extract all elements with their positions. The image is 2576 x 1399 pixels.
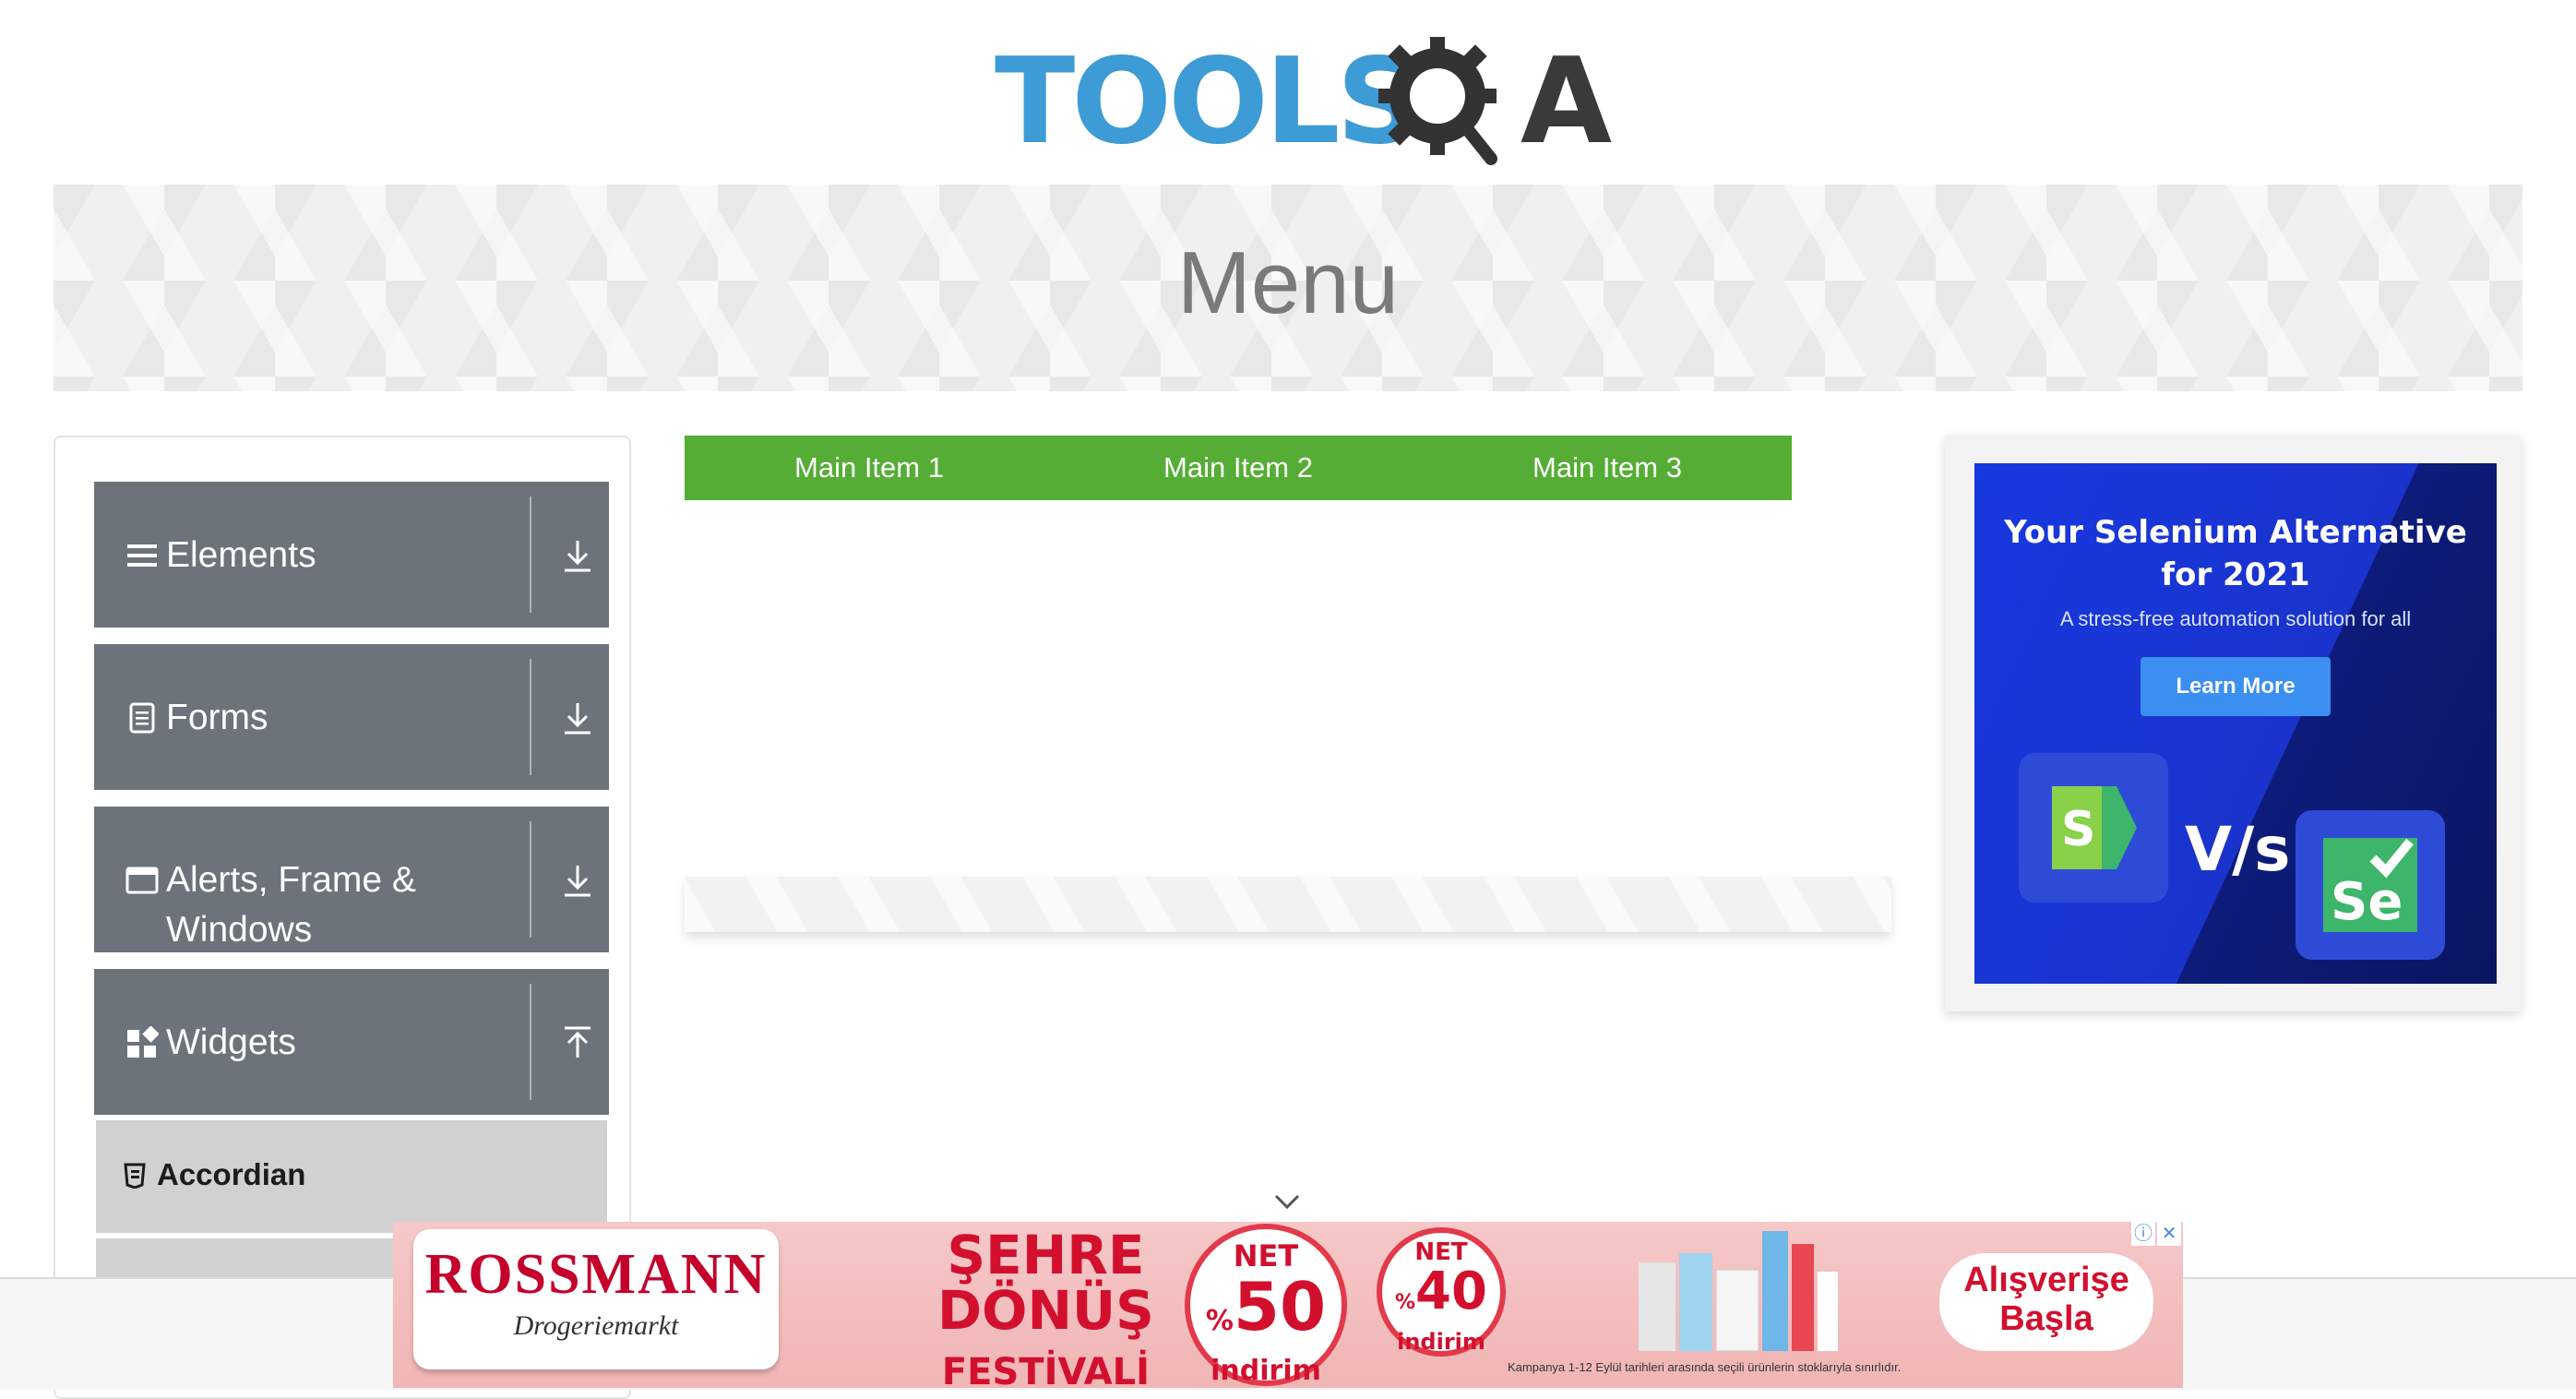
divider: [530, 659, 531, 775]
document-icon: [129, 702, 155, 734]
page-title: Menu: [1176, 233, 1400, 332]
svg-text:Se: Se: [2331, 872, 2403, 932]
testsigma-tile: S: [2019, 753, 2168, 903]
learn-more-button[interactable]: Learn More: [2141, 657, 2331, 716]
download-arrow-icon: [565, 866, 590, 897]
menu-item-1[interactable]: Main Item 1: [685, 436, 1054, 500]
sidebar-group-elements[interactable]: Elements: [94, 482, 609, 628]
offer-40-badge: NET %40 indirim: [1377, 1227, 1506, 1357]
download-arrow-icon: [565, 541, 590, 572]
sidebar-group-label: Forms: [166, 698, 268, 737]
sidebar-item-accordian[interactable]: Accordian: [96, 1120, 607, 1233]
menu-item-3[interactable]: Main Item 3: [1423, 436, 1792, 500]
products-image: [1639, 1231, 1838, 1352]
selenium-tile: Se: [2296, 810, 2445, 960]
logo-text-a: A: [1521, 33, 1613, 171]
festival-line2: DÖNÜŞ: [937, 1279, 1154, 1342]
gear-magnifier-icon: [1378, 37, 1497, 165]
menu-item-2[interactable]: Main Item 2: [1054, 436, 1423, 500]
logo-text-tools: TOOLS: [995, 33, 1422, 171]
divider: [530, 821, 531, 938]
page-banner: Menu: [54, 185, 2522, 391]
ad-close-icon[interactable]: ✕: [2157, 1222, 2181, 1246]
sidebar-group-alerts[interactable]: Alerts, Frame & Windows: [94, 807, 609, 952]
cta-line2: Başla: [1999, 1299, 2093, 1338]
download-arrow-icon: [565, 703, 590, 735]
festival-line3: FESTİVALİ: [941, 1351, 1151, 1388]
ad-subtitle: A stress-free automation solution for al…: [2059, 607, 2412, 630]
sidebar-group-label: Alerts, Frame &: [166, 860, 416, 900]
offer-label: indirim: [1210, 1355, 1321, 1387]
bottom-ad-banner[interactable]: ROSSMANN Drogeriemarkt ŞEHRE DÖNÜŞ FESTİ…: [393, 1222, 2183, 1388]
festival-text: ŞEHRE DÖNÜŞ FESTİVALİ: [937, 1227, 1154, 1388]
ad-info-icon[interactable]: ⓘ: [2131, 1222, 2155, 1246]
sidebar-group-label: Elements: [166, 535, 316, 575]
upload-arrow-icon: [565, 1026, 590, 1058]
html5-icon: [124, 1163, 146, 1189]
sidebar-group-forms[interactable]: Forms: [94, 644, 609, 790]
svg-text:S: S: [2061, 802, 2095, 857]
content-divider-strip: [685, 877, 1891, 932]
fine-print: Kampanya 1-12 Eylül tarihleri arasında s…: [1508, 1360, 1902, 1374]
brand-name: ROSSMANN: [424, 1243, 768, 1306]
toolsqa-logo[interactable]: TOOLS A: [995, 26, 1612, 171]
chevron-down-icon[interactable]: [1273, 1192, 1301, 1211]
main-menu: Main Item 1 Main Item 2 Main Item 3: [685, 436, 1792, 500]
offer-label: indirim: [1397, 1329, 1485, 1355]
divider: [530, 984, 531, 1100]
ad-title: Your Selenium Alternative for 2021: [1974, 511, 2497, 596]
ad-title-line1: Your Selenium Alternative: [2004, 514, 2467, 551]
ad-title-line2: for 2021: [2161, 556, 2310, 593]
divider: [530, 496, 531, 613]
offer-value: 40: [1415, 1261, 1487, 1321]
offer-percent: %: [1205, 1305, 1234, 1337]
rossmann-logo: ROSSMANN Drogeriemarkt: [413, 1229, 779, 1369]
offer-percent: %: [1395, 1291, 1416, 1314]
cta-line1: Alışverişe: [1963, 1261, 2129, 1299]
sidebar-group-widgets[interactable]: Widgets: [94, 969, 609, 1115]
selenium-logo-icon: Se: [2323, 838, 2417, 932]
widgets-icon: [127, 1026, 159, 1058]
sidebar-group-label-line2: Windows: [166, 910, 313, 950]
list-icon: [127, 544, 157, 567]
shop-now-button[interactable]: Alışverişe Başla: [1939, 1253, 2153, 1351]
sidebar-item-label: Accordian: [157, 1157, 306, 1191]
offer-50-badge: NET %50 indirim: [1185, 1224, 1347, 1387]
vs-text: V/s: [2185, 814, 2291, 885]
testsigma-logo-icon: S: [2052, 786, 2137, 869]
window-icon: [125, 867, 159, 894]
side-ad[interactable]: Your Selenium Alternative for 2021 A str…: [1974, 463, 2497, 984]
brand-subtitle: Drogeriemarkt: [513, 1310, 679, 1341]
offer-value: 50: [1233, 1268, 1327, 1345]
festival-line1: ŞEHRE: [947, 1224, 1145, 1286]
sidebar-group-label: Widgets: [166, 1022, 296, 1062]
